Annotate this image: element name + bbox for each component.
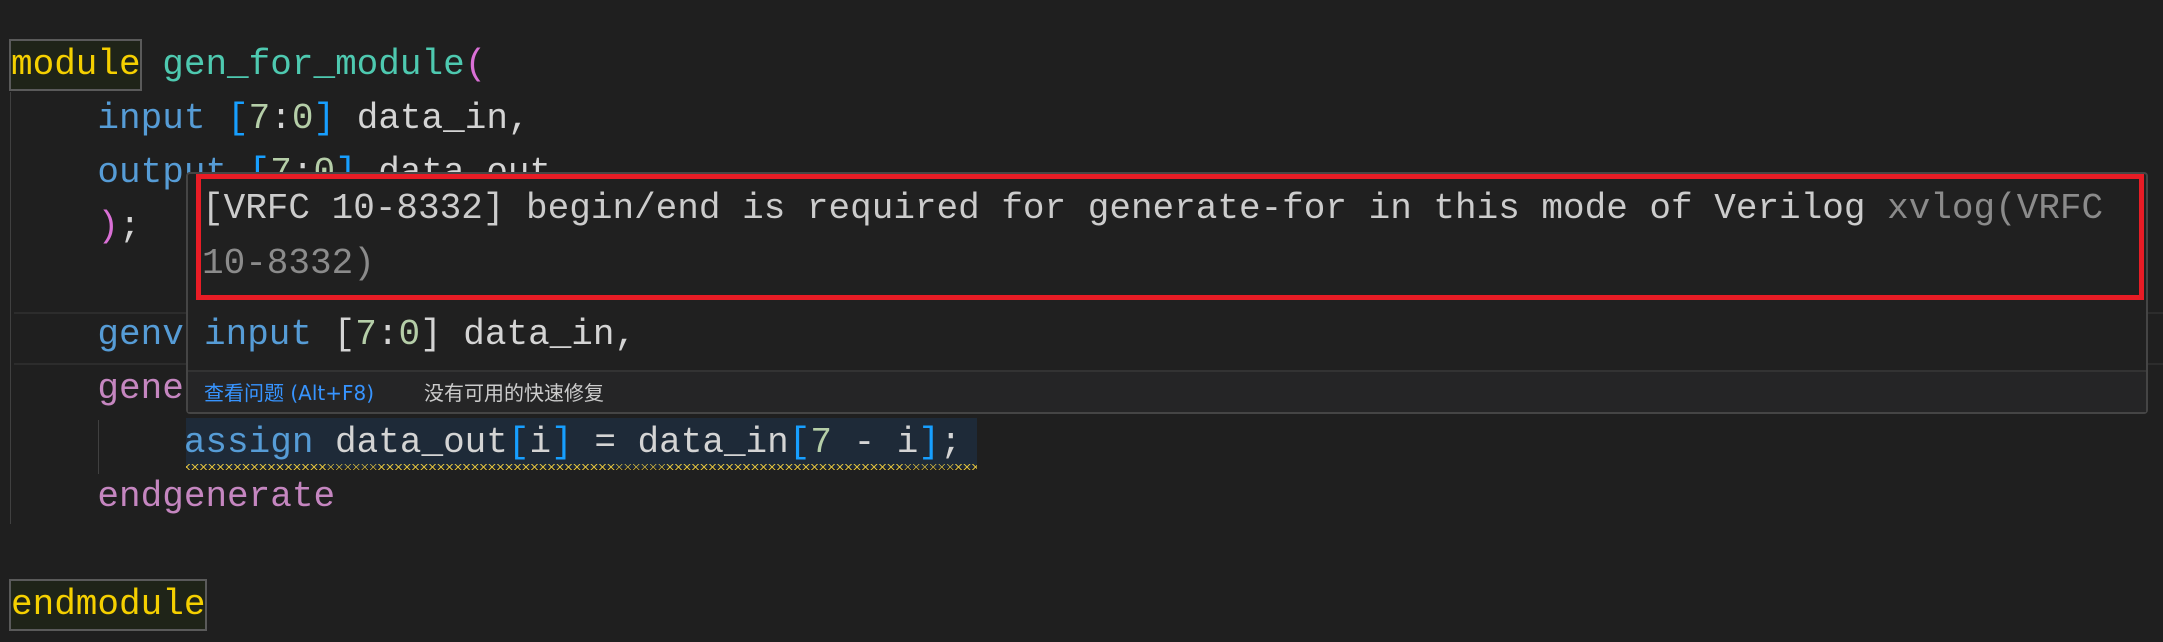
code-token: ] — [918, 422, 941, 463]
problem-hover-widget: [VRFC 10-8332] begin/end is required for… — [186, 172, 2148, 414]
code-token: ] — [551, 422, 573, 463]
hover-code-preview: input [7:0] data_in, — [204, 308, 636, 362]
code-token: gen_for_module — [162, 44, 465, 85]
code-line[interactable]: assign data_out[i] = data_in[7 - i]; — [11, 416, 962, 470]
code-token: ; — [119, 206, 141, 247]
hover-status-bar: 查看问题 (Alt+F8) 没有可用的快速修复 — [188, 372, 2146, 412]
code-token: input — [204, 314, 313, 355]
view-problem-link[interactable]: 查看问题 (Alt+F8) — [204, 372, 374, 414]
code-token: ; — [940, 422, 962, 463]
code-token: : — [376, 314, 399, 355]
diagnostic-text: [VRFC 10-8332] begin/end is required for… — [202, 188, 1866, 229]
code-token: 7 — [810, 422, 832, 463]
code-line[interactable]: genv — [11, 308, 184, 362]
code-line[interactable]: gene — [11, 362, 184, 416]
code-token: 7 — [355, 314, 377, 355]
code-token: assign — [183, 422, 314, 463]
code-line[interactable]: input [7:0] data_in, — [11, 92, 530, 146]
code-line[interactable]: endgenerate — [11, 470, 335, 524]
code-token: data_out — [313, 422, 508, 463]
code-token: = data_in — [572, 422, 789, 463]
code-token: endmodule — [11, 584, 206, 625]
code-token: data_in, — [441, 314, 637, 355]
code-token: module — [11, 44, 141, 85]
code-token: gene — [97, 368, 184, 409]
no-quick-fix-text: 没有可用的快速修复 — [424, 381, 604, 405]
code-token: [ — [333, 314, 356, 355]
code-line[interactable]: endmodule — [11, 578, 205, 632]
code-token: input — [97, 98, 206, 139]
code-token: : — [270, 98, 292, 139]
code-token: ) — [97, 206, 120, 247]
diagnostic-message: [VRFC 10-8332] begin/end is required for… — [202, 181, 2122, 291]
code-token: endgenerate — [97, 476, 336, 517]
code-token: [ — [227, 98, 249, 139]
code-token: genv — [97, 314, 184, 355]
code-token: i — [529, 422, 552, 463]
code-token: 0 — [398, 314, 421, 355]
code-token: [ — [507, 422, 530, 463]
code-line[interactable]: module gen_for_module( — [11, 38, 486, 92]
code-token: data_in, — [335, 98, 530, 139]
code-line[interactable]: ); — [11, 200, 141, 254]
code-token: - i — [831, 422, 919, 463]
code-token: ] — [420, 314, 442, 355]
code-token: ( — [464, 44, 487, 85]
code-token: [ — [788, 422, 811, 463]
code-token: 0 — [291, 98, 314, 139]
code-token: 7 — [248, 98, 271, 139]
code-token: ] — [313, 98, 336, 139]
